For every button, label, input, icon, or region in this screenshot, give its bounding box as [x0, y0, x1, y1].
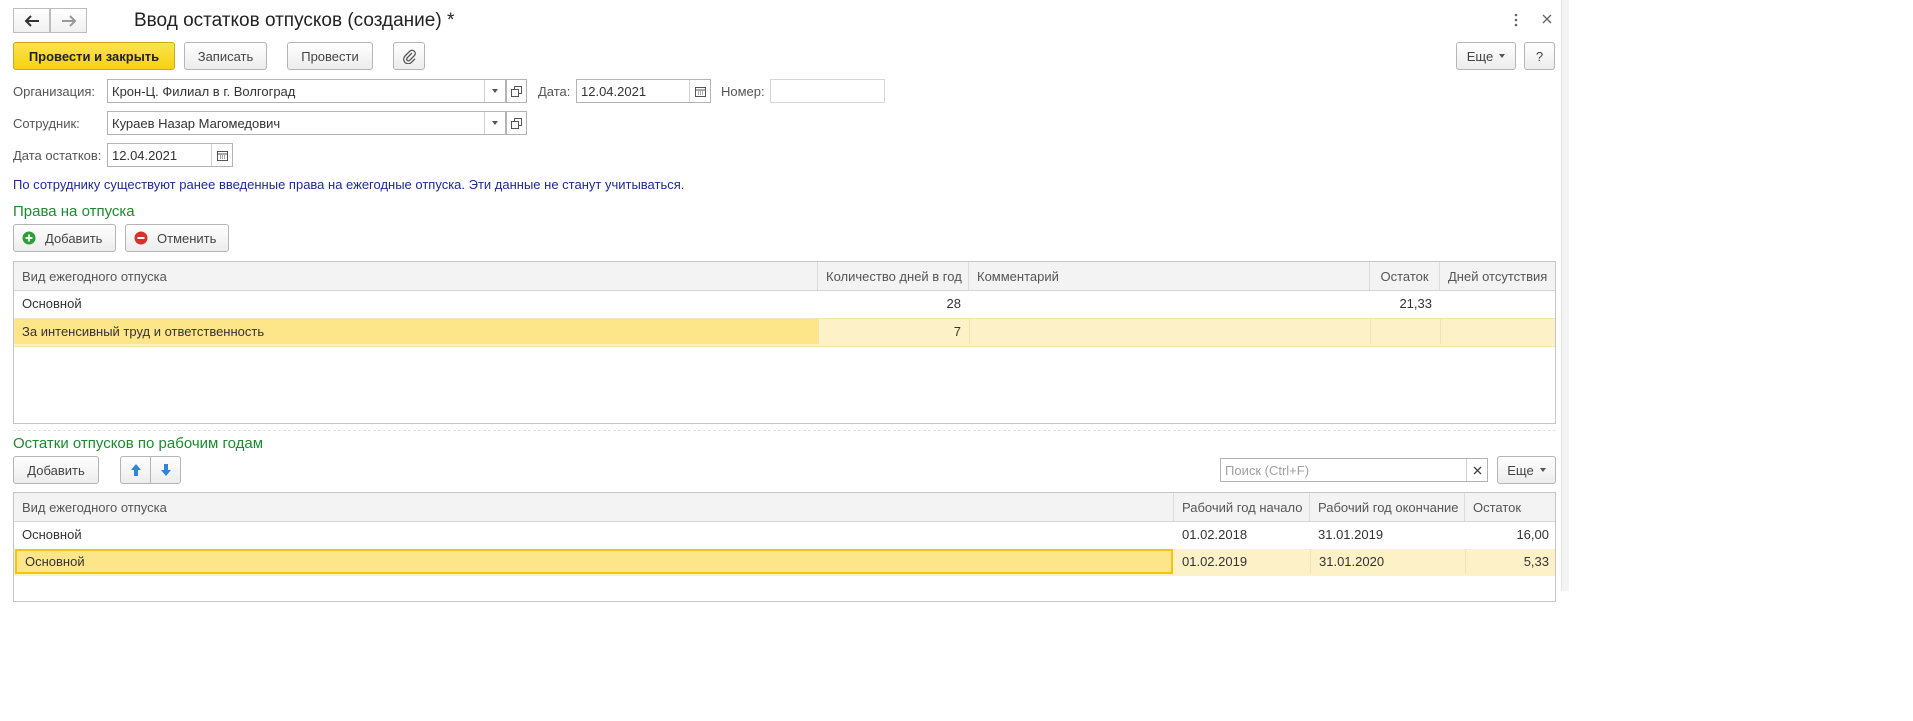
window-menu-icon[interactable]	[1511, 12, 1521, 28]
chevron-down-icon	[492, 121, 498, 125]
rights-cell-absence	[1440, 290, 1557, 317]
rights-cell-type: Основной	[22, 296, 82, 311]
org-value: Крон-Ц. Филиал в г. Волгоград	[112, 83, 296, 99]
org-label: Организация:	[13, 84, 96, 99]
balances-section-title: Остатки отпусков по рабочим годам	[13, 435, 264, 452]
balances-more-button[interactable]: Еще	[1497, 456, 1556, 484]
employee-open-button[interactable]	[506, 111, 527, 135]
rights-table-header: Вид ежегодного отпуска Количество дней в…	[14, 262, 1555, 291]
forward-button[interactable]	[50, 8, 87, 33]
rights-col-absence[interactable]: Дней отсутствия	[1440, 262, 1557, 290]
number-label: Номер:	[721, 84, 765, 99]
balances-more-label: Еще	[1507, 462, 1534, 478]
rights-cell-days: 28	[946, 296, 961, 311]
org-dropdown-button[interactable]	[484, 80, 505, 102]
org-open-button[interactable]	[506, 79, 527, 103]
rights-cell-absence	[1440, 319, 1557, 344]
clear-search-icon[interactable]	[1466, 459, 1487, 481]
balances-col-start[interactable]: Рабочий год начало	[1174, 493, 1310, 521]
window-title: Ввод остатков отпусков (создание) *	[134, 10, 455, 31]
rights-cancel-button[interactable]: Отменить	[125, 224, 229, 252]
search-input[interactable]: Поиск (Ctrl+F)	[1220, 458, 1488, 482]
balances-col-balance[interactable]: Остаток	[1465, 493, 1557, 521]
chevron-down-icon	[1539, 468, 1546, 472]
help-button[interactable]: ?	[1524, 42, 1555, 70]
rights-add-label: Добавить	[45, 230, 103, 246]
rights-col-type[interactable]: Вид ежегодного отпуска	[14, 262, 818, 290]
rights-cell-balance	[1370, 319, 1440, 344]
date-value: 12.04.2021	[581, 83, 647, 99]
rights-col-comment[interactable]: Комментарий	[969, 262, 1370, 290]
rights-cell-comment	[969, 319, 1370, 344]
balances-cell-end: 31.01.2019	[1318, 527, 1384, 542]
balance-date-label: Дата остатков:	[13, 148, 102, 163]
balances-col-type[interactable]: Вид ежегодного отпуска	[14, 493, 1174, 521]
save-button[interactable]: Записать	[184, 42, 267, 70]
balances-cell-type: Основной	[22, 527, 82, 542]
open-window-icon	[511, 85, 522, 97]
balance-date-value: 12.04.2021	[112, 147, 178, 163]
plus-circle-icon	[22, 231, 36, 245]
number-field[interactable]	[770, 79, 885, 103]
arrow-up-icon	[130, 464, 141, 476]
table-row[interactable]: Основной 28 21,33	[14, 290, 1555, 317]
balances-col-end[interactable]: Рабочий год окончание	[1310, 493, 1465, 521]
rights-cell-balance: 21,33	[1399, 296, 1432, 311]
rights-add-button[interactable]: Добавить	[13, 224, 116, 252]
chevron-down-icon	[1499, 54, 1506, 58]
back-button[interactable]	[13, 8, 50, 33]
paperclip-icon	[403, 49, 416, 64]
balances-cell-start: 01.02.2018	[1182, 527, 1248, 542]
rights-cell-days: 7	[818, 319, 969, 344]
balances-add-button[interactable]: Добавить	[13, 456, 99, 484]
post-button[interactable]: Провести	[287, 42, 373, 70]
table-row[interactable]: За интенсивный труд и ответственность 7	[14, 318, 1555, 347]
window-scrollbar[interactable]	[1561, 0, 1569, 591]
table-row[interactable]: Основной 01.02.2018 31.01.2019 16,00	[14, 521, 1555, 548]
chevron-down-icon	[492, 89, 498, 93]
arrow-right-icon	[61, 14, 76, 27]
arrow-left-icon	[24, 14, 39, 27]
arrow-down-icon	[160, 464, 171, 476]
open-window-icon	[511, 117, 522, 129]
employee-label: Сотрудник:	[13, 116, 80, 131]
employee-value: Кураев Назар Магомедович	[112, 115, 281, 131]
employee-dropdown-button[interactable]	[484, 112, 505, 134]
balances-cell-type: Основной	[15, 549, 1173, 574]
rights-table[interactable]: Вид ежегодного отпуска Количество дней в…	[13, 261, 1556, 424]
rights-col-days[interactable]: Количество дней в год	[818, 262, 969, 290]
minus-circle-icon	[134, 231, 148, 245]
rights-cell-comment	[969, 290, 1370, 317]
balances-table[interactable]: Вид ежегодного отпуска Рабочий год начал…	[13, 492, 1556, 602]
search-placeholder: Поиск (Ctrl+F)	[1225, 462, 1310, 478]
date-field[interactable]: 12.04.2021	[576, 79, 711, 103]
balances-cell-balance: 5,33	[1465, 549, 1557, 574]
calendar-icon[interactable]	[211, 144, 232, 166]
rights-cell-type: За интенсивный труд и ответственность	[14, 319, 818, 344]
rights-col-balance[interactable]: Остаток	[1370, 262, 1440, 290]
calendar-icon[interactable]	[689, 80, 710, 102]
info-message: По сотруднику существуют ранее введенные…	[13, 177, 685, 192]
org-field[interactable]: Крон-Ц. Филиал в г. Волгоград	[107, 79, 506, 103]
move-down-button[interactable]	[150, 456, 181, 484]
more-button-label: Еще	[1466, 48, 1494, 64]
move-up-button[interactable]	[120, 456, 151, 484]
table-row[interactable]: Основной 01.02.2019 31.01.2020 5,33	[14, 549, 1555, 576]
attach-button[interactable]	[393, 42, 425, 70]
balance-date-field[interactable]: 12.04.2021	[107, 143, 233, 167]
rights-cancel-label: Отменить	[157, 230, 217, 246]
post-and-close-button[interactable]: Провести и закрыть	[13, 42, 175, 70]
balances-cell-end: 31.01.2020	[1310, 549, 1465, 574]
balances-cell-balance: 16,00	[1516, 527, 1549, 542]
balances-table-header: Вид ежегодного отпуска Рабочий год начал…	[14, 493, 1555, 522]
more-button[interactable]: Еще	[1456, 42, 1516, 70]
close-icon[interactable]	[1541, 12, 1553, 26]
employee-field[interactable]: Кураев Назар Магомедович	[107, 111, 506, 135]
section-divider	[13, 430, 1556, 431]
balances-cell-start: 01.02.2019	[1182, 554, 1248, 569]
date-label: Дата:	[538, 84, 571, 99]
rights-section-title: Права на отпуска	[13, 203, 135, 220]
